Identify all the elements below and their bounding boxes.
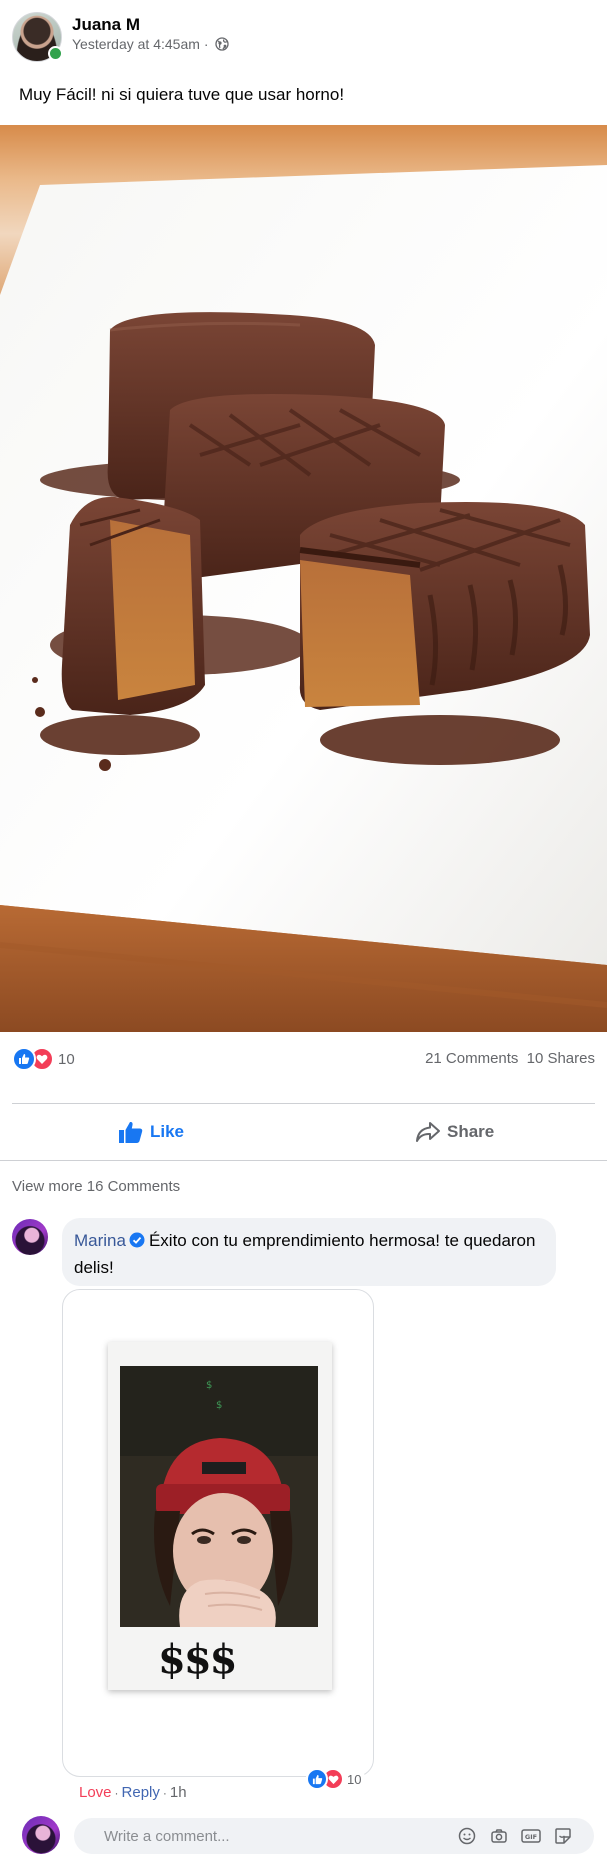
comment-actions-separator: ·	[162, 1785, 167, 1800]
shares-count[interactable]: 10 Shares	[527, 1050, 595, 1067]
post-photo[interactable]	[0, 125, 607, 1032]
share-arrow-icon	[416, 1122, 440, 1142]
view-more-comments-link[interactable]: View more 16 Comments	[12, 1178, 180, 1195]
svg-text:$: $	[216, 1400, 222, 1411]
post-engagement: 21 Comments 10 Shares	[425, 1050, 595, 1067]
commenter-avatar[interactable]	[12, 1219, 48, 1255]
comment-like-reaction-icon	[306, 1768, 328, 1790]
comment-reactions[interactable]: 10	[306, 1768, 366, 1790]
like-button-label: Like	[150, 1122, 185, 1141]
comments-count[interactable]: 21 Comments	[425, 1050, 518, 1067]
composer-icons: GIF	[456, 1825, 574, 1847]
comment-actions: Love · Reply · 1h	[79, 1784, 187, 1801]
current-user-avatar	[22, 1816, 60, 1854]
comment-attached-image[interactable]: $ $ $$$	[62, 1289, 374, 1777]
like-reaction-icon	[12, 1047, 36, 1071]
post-reactions[interactable]: 10	[12, 1047, 75, 1071]
polaroid-caption: $$$	[158, 1636, 237, 1683]
post-timestamp[interactable]: Yesterday at 4:45am	[72, 36, 200, 52]
polaroid-selfie: $ $	[120, 1366, 318, 1627]
comment-age[interactable]: 1h	[170, 1784, 187, 1801]
post-photo-illustration	[0, 125, 607, 1032]
share-button[interactable]: Share	[415, 1112, 494, 1152]
gif-icon[interactable]: GIF	[520, 1825, 542, 1847]
thumbs-up-icon	[119, 1121, 143, 1143]
like-button[interactable]: Like	[118, 1112, 184, 1152]
svg-text:$: $	[206, 1380, 212, 1391]
comment-love-button[interactable]: Love	[79, 1784, 112, 1801]
post-author-name[interactable]: Juana M	[72, 15, 140, 35]
post-meta: Yesterday at 4:45am ·	[72, 36, 229, 52]
post-text: Muy Fácil! ni si quiera tuve que usar ho…	[19, 85, 345, 104]
online-status-dot	[48, 46, 63, 61]
comment-reaction-count: 10	[347, 1771, 362, 1787]
commenter-name[interactable]: Marina	[74, 1231, 126, 1250]
post-stats: 10 21 Comments 10 Shares	[12, 1047, 595, 1071]
actions-divider	[0, 1160, 607, 1161]
sticker-icon[interactable]	[552, 1825, 574, 1847]
comment-actions-separator: ·	[114, 1785, 119, 1800]
share-button-label: Share	[447, 1122, 495, 1141]
comment-reply-button[interactable]: Reply	[122, 1784, 160, 1801]
svg-text:GIF: GIF	[525, 1833, 537, 1841]
post-header: Juana M Yesterday at 4:45am ·	[12, 12, 592, 64]
emoji-icon[interactable]	[456, 1825, 478, 1847]
post-reaction-count: 10	[58, 1050, 75, 1068]
meta-separator: ·	[203, 36, 209, 52]
comment-bubble: Marina Éxito con tu emprendimiento hermos…	[62, 1218, 556, 1286]
camera-icon[interactable]	[488, 1825, 510, 1847]
author-avatar-wrap[interactable]	[12, 12, 63, 62]
globe-icon	[214, 37, 229, 51]
post-action-bar: Like Share	[0, 1104, 607, 1160]
verified-badge-icon	[129, 1230, 145, 1255]
polaroid-photo-frame: $ $ $$$	[108, 1342, 332, 1690]
